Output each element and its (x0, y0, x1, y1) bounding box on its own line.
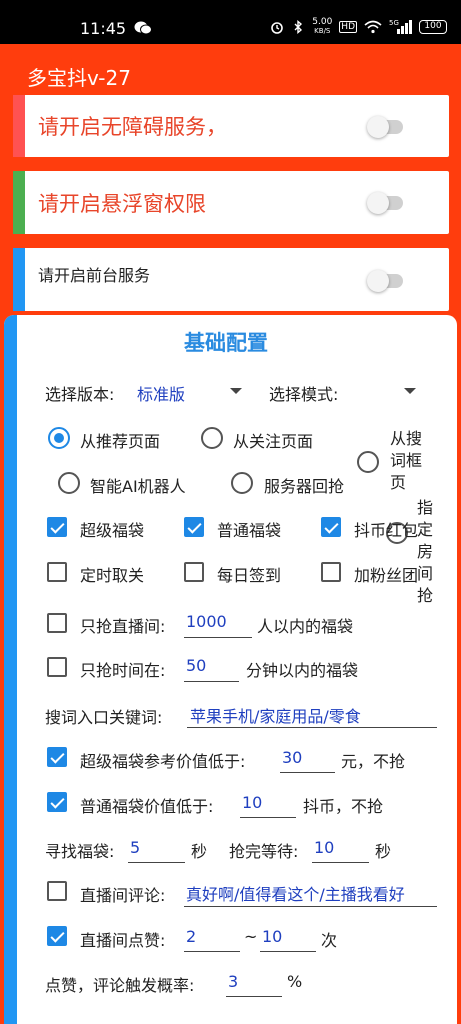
radio-icon (201, 427, 223, 449)
battery-icon: 100 (419, 20, 447, 34)
normal-min-suffix: 抖币，不抢 (303, 797, 384, 816)
like-unit: 次 (321, 931, 338, 950)
card-accent-bar (13, 95, 25, 157)
config-accent-bar (4, 315, 17, 1024)
check-super-bag[interactable]: 超级福袋 (47, 515, 177, 541)
live-only-checkbox[interactable] (47, 613, 67, 633)
super-min-label: 超级福袋参考价值低于: (80, 752, 246, 771)
keywords-input[interactable]: 苹果手机/家庭用品/零食 (187, 698, 437, 728)
checkbox-icon (321, 562, 341, 582)
time-only-checkbox[interactable] (47, 657, 67, 677)
status-bar: 11:45 5.00 KB/S HD 5G 100 (0, 0, 461, 44)
radio-ai[interactable]: 智能AI机器人 (58, 470, 223, 498)
radio-selected-icon (48, 427, 70, 449)
prob-label: 点赞，评论触发概率: (45, 976, 195, 995)
permission-overlay-label: 请开启悬浮窗权限 (38, 192, 206, 216)
live-only-input[interactable]: 1000 (184, 608, 252, 638)
time-only-suffix: 分钟以内的福袋 (246, 661, 359, 680)
wifi-icon (364, 20, 382, 34)
prob-input[interactable]: 3 (226, 967, 282, 997)
like-max-input[interactable]: 10 (260, 922, 316, 952)
like-min-input[interactable]: 2 (184, 922, 240, 952)
comment-label: 直播间评论: (80, 886, 166, 905)
basic-config-panel: 基础配置 选择版本: 标准版 选择模式: 从推荐页面 从关注页面 从搜词框页 智… (4, 315, 457, 1024)
super-min-checkbox[interactable] (47, 747, 67, 767)
comment-checkbox[interactable] (47, 881, 67, 901)
mode-label: 选择模式: (269, 385, 339, 404)
super-min-suffix: 元，不抢 (341, 752, 406, 771)
wait-unit: 秒 (375, 842, 392, 861)
mode-select[interactable] (354, 375, 424, 405)
live-only-label: 只抢直播间: (80, 617, 166, 636)
live-only-suffix: 人以内的福袋 (257, 617, 354, 636)
alarm-icon (271, 22, 284, 34)
prob-unit: % (287, 972, 303, 991)
overlay-toggle[interactable] (367, 192, 403, 214)
card-accent-bar (13, 171, 25, 234)
normal-min-label: 普通福袋价值低于: (80, 797, 214, 816)
keywords-label: 搜词入口关键词: (45, 708, 163, 727)
like-range-separator: ~ (244, 927, 258, 946)
radio-icon (231, 472, 253, 494)
normal-min-input[interactable]: 10 (240, 788, 296, 818)
checkbox-checked-icon (321, 517, 341, 537)
find-label: 寻找福袋: (45, 842, 115, 861)
checkbox-icon (184, 562, 204, 582)
radio-follow[interactable]: 从关注页面 (201, 425, 351, 453)
status-time: 11:45 (80, 19, 127, 38)
wechat-icon (134, 21, 152, 35)
bluetooth-icon (294, 20, 303, 34)
permission-foreground-card[interactable]: 请开启前台服务 (13, 248, 449, 311)
like-label: 直播间点赞: (80, 931, 166, 950)
wait-label: 抢完等待: (229, 842, 299, 861)
check-coin-red[interactable]: 抖币红包 (321, 515, 431, 541)
permission-overlay-card[interactable]: 请开启悬浮窗权限 (13, 171, 449, 234)
radio-icon (58, 472, 80, 494)
check-daily-sign[interactable]: 每日签到 (184, 560, 314, 586)
super-min-input[interactable]: 30 (280, 743, 335, 773)
card-accent-bar (13, 248, 25, 311)
check-timed-off[interactable]: 定时取关 (47, 560, 177, 586)
time-only-label: 只抢时间在: (80, 661, 166, 680)
foreground-toggle[interactable] (367, 270, 403, 292)
wait-input[interactable]: 10 (312, 833, 369, 863)
permission-accessibility-label: 请开启无障碍服务， (38, 115, 227, 139)
app-title: 多宝抖v-27 (27, 66, 131, 90)
hd-icon: HD (339, 21, 357, 33)
version-select[interactable]: 标准版 (132, 375, 252, 405)
radio-recommend[interactable]: 从推荐页面 (48, 425, 198, 453)
comment-input[interactable]: 真好啊/值得看这个/主播我看好 (184, 876, 437, 907)
check-normal-bag[interactable]: 普通福袋 (184, 515, 314, 541)
accessibility-toggle[interactable] (367, 116, 403, 138)
version-label: 选择版本: (45, 385, 115, 404)
signal-icon: 5G (389, 19, 412, 34)
chevron-down-icon (404, 388, 416, 394)
find-unit: 秒 (191, 842, 208, 861)
find-input[interactable]: 5 (128, 833, 185, 863)
checkbox-checked-icon (47, 517, 67, 537)
like-checkbox[interactable] (47, 926, 67, 946)
chevron-down-icon (230, 388, 242, 394)
version-value: 标准版 (137, 385, 186, 404)
checkbox-checked-icon (184, 517, 204, 537)
permission-accessibility-card[interactable]: 请开启无障碍服务， (13, 95, 449, 157)
checkbox-icon (47, 562, 67, 582)
config-title: 基础配置 (184, 331, 268, 355)
check-fan-group[interactable]: 加粉丝团 (321, 560, 431, 586)
network-speed: 5.00 KB/S (312, 17, 333, 36)
normal-min-checkbox[interactable] (47, 792, 67, 812)
permission-foreground-label: 请开启前台服务 (38, 266, 151, 285)
time-only-input[interactable]: 50 (184, 652, 239, 682)
radio-server[interactable]: 服务器回抢 (231, 470, 371, 498)
status-icons: 5.00 KB/S HD 5G 100 (270, 18, 447, 36)
